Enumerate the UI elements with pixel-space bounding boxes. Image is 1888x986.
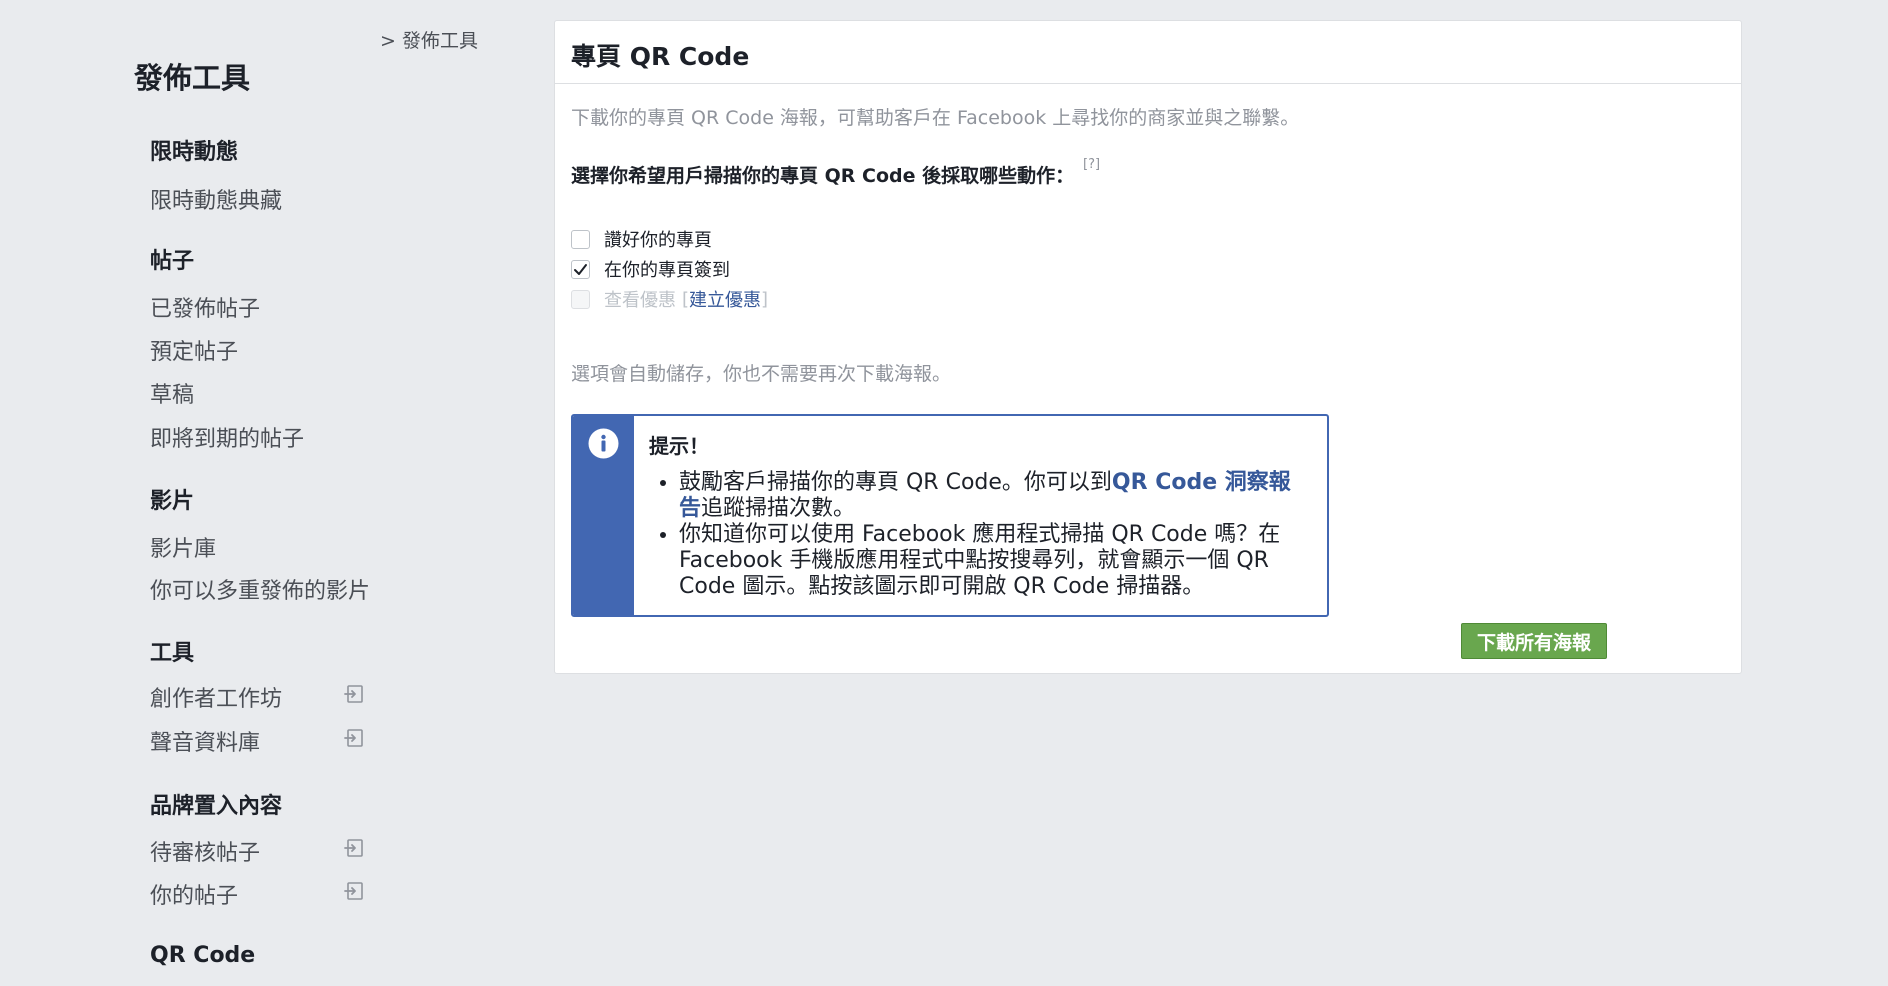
- sidebar-heading-branded-content: 品牌置入內容: [150, 794, 283, 819]
- info-icon: [588, 428, 619, 459]
- like-page-checkbox[interactable]: [571, 229, 590, 249]
- bracket-open: [: [682, 288, 690, 310]
- sidebar-heading-stories: 限時動態: [150, 140, 239, 165]
- sidebar-item-sound-collection[interactable]: 聲音資料庫: [150, 725, 260, 757]
- option-check-in[interactable]: 在你的專頁簽到: [571, 257, 730, 281]
- action-question: 選擇你希望用戶掃描你的專頁 QR Code 後採取哪些動作：: [571, 165, 1075, 187]
- page-title: 專頁 QR Code: [571, 42, 750, 71]
- sidebar-item-creator-studio[interactable]: 創作者工作坊: [150, 681, 282, 713]
- sidebar-heading-tools: 工具: [150, 641, 195, 666]
- option-label: 讚好你的專頁: [604, 230, 712, 251]
- option-view-offers: 查看優惠 [建立優惠]: [571, 287, 768, 311]
- sidebar-title: 發佈工具: [134, 61, 251, 95]
- list-item: 你知道你可以使用 Facebook 應用程式掃描 QR Code 嗎？在 Fac…: [679, 522, 1309, 600]
- sidebar-item-published-posts[interactable]: 已發佈帖子: [150, 291, 260, 323]
- option-label: 查看優惠: [604, 290, 676, 311]
- view-offers-checkbox: [571, 289, 590, 309]
- sidebar-item-crosspostable-videos[interactable]: 你可以多重發佈的影片: [150, 573, 370, 605]
- autosave-note: 選項會自動儲存，你也不需要再次下載海報。: [571, 363, 952, 385]
- tip-box: 提示！ 鼓勵客戶掃描你的專頁 QR Code。你可以到QR Code 洞察報告追…: [571, 414, 1329, 617]
- panel-header: 專頁 QR Code: [555, 21, 1741, 84]
- sidebar: 發佈工具 限時動態 限時動態典藏 帖子 已發佈帖子 預定帖子 草稿 即將到期的帖…: [0, 0, 540, 986]
- sidebar-item-qr-code[interactable]: QR Code: [150, 943, 255, 968]
- bracket-close: ]: [761, 288, 769, 310]
- external-link-icon[interactable]: [343, 683, 365, 705]
- tip-text: 追蹤掃描次數。: [701, 496, 856, 521]
- tip-list: 鼓勵客戶掃描你的專頁 QR Code。你可以到QR Code 洞察報告追蹤掃描次…: [649, 470, 1309, 600]
- panel-description: 下載你的專頁 QR Code 海報，可幫助客戶在 Facebook 上尋找你的商…: [571, 107, 1300, 129]
- tip-text: 鼓勵客戶掃描你的專頁 QR Code。你可以到: [679, 470, 1112, 495]
- option-label: 在你的專頁簽到: [604, 260, 730, 281]
- sidebar-item-drafts[interactable]: 草稿: [150, 377, 194, 409]
- checkmark-icon: [574, 263, 587, 275]
- sidebar-heading-videos: 影片: [150, 489, 195, 514]
- tip-title: 提示！: [649, 434, 709, 458]
- tip-sidebar: [573, 416, 634, 615]
- qr-code-panel: 專頁 QR Code 下載你的專頁 QR Code 海報，可幫助客戶在 Face…: [554, 20, 1742, 674]
- sidebar-heading-posts: 帖子: [150, 249, 195, 274]
- external-link-icon[interactable]: [343, 837, 365, 859]
- help-link[interactable]: [?]: [1083, 157, 1100, 172]
- external-link-icon[interactable]: [343, 880, 365, 902]
- create-offer-link[interactable]: 建立優惠: [689, 286, 761, 312]
- check-in-checkbox[interactable]: [571, 259, 590, 279]
- sidebar-item-video-library[interactable]: 影片庫: [150, 531, 216, 563]
- download-all-posters-button[interactable]: 下載所有海報: [1461, 623, 1607, 659]
- sidebar-item-scheduled-posts[interactable]: 預定帖子: [150, 334, 238, 366]
- sidebar-item-your-posts[interactable]: 你的帖子: [150, 878, 238, 910]
- option-like-page[interactable]: 讚好你的專頁: [571, 227, 712, 251]
- sidebar-item-pending-posts[interactable]: 待審核帖子: [150, 835, 260, 867]
- external-link-icon[interactable]: [343, 727, 365, 749]
- list-item: 鼓勵客戶掃描你的專頁 QR Code。你可以到QR Code 洞察報告追蹤掃描次…: [679, 470, 1309, 522]
- sidebar-item-expiring-posts[interactable]: 即將到期的帖子: [150, 421, 304, 453]
- sidebar-item-stories-archive[interactable]: 限時動態典藏: [150, 183, 282, 215]
